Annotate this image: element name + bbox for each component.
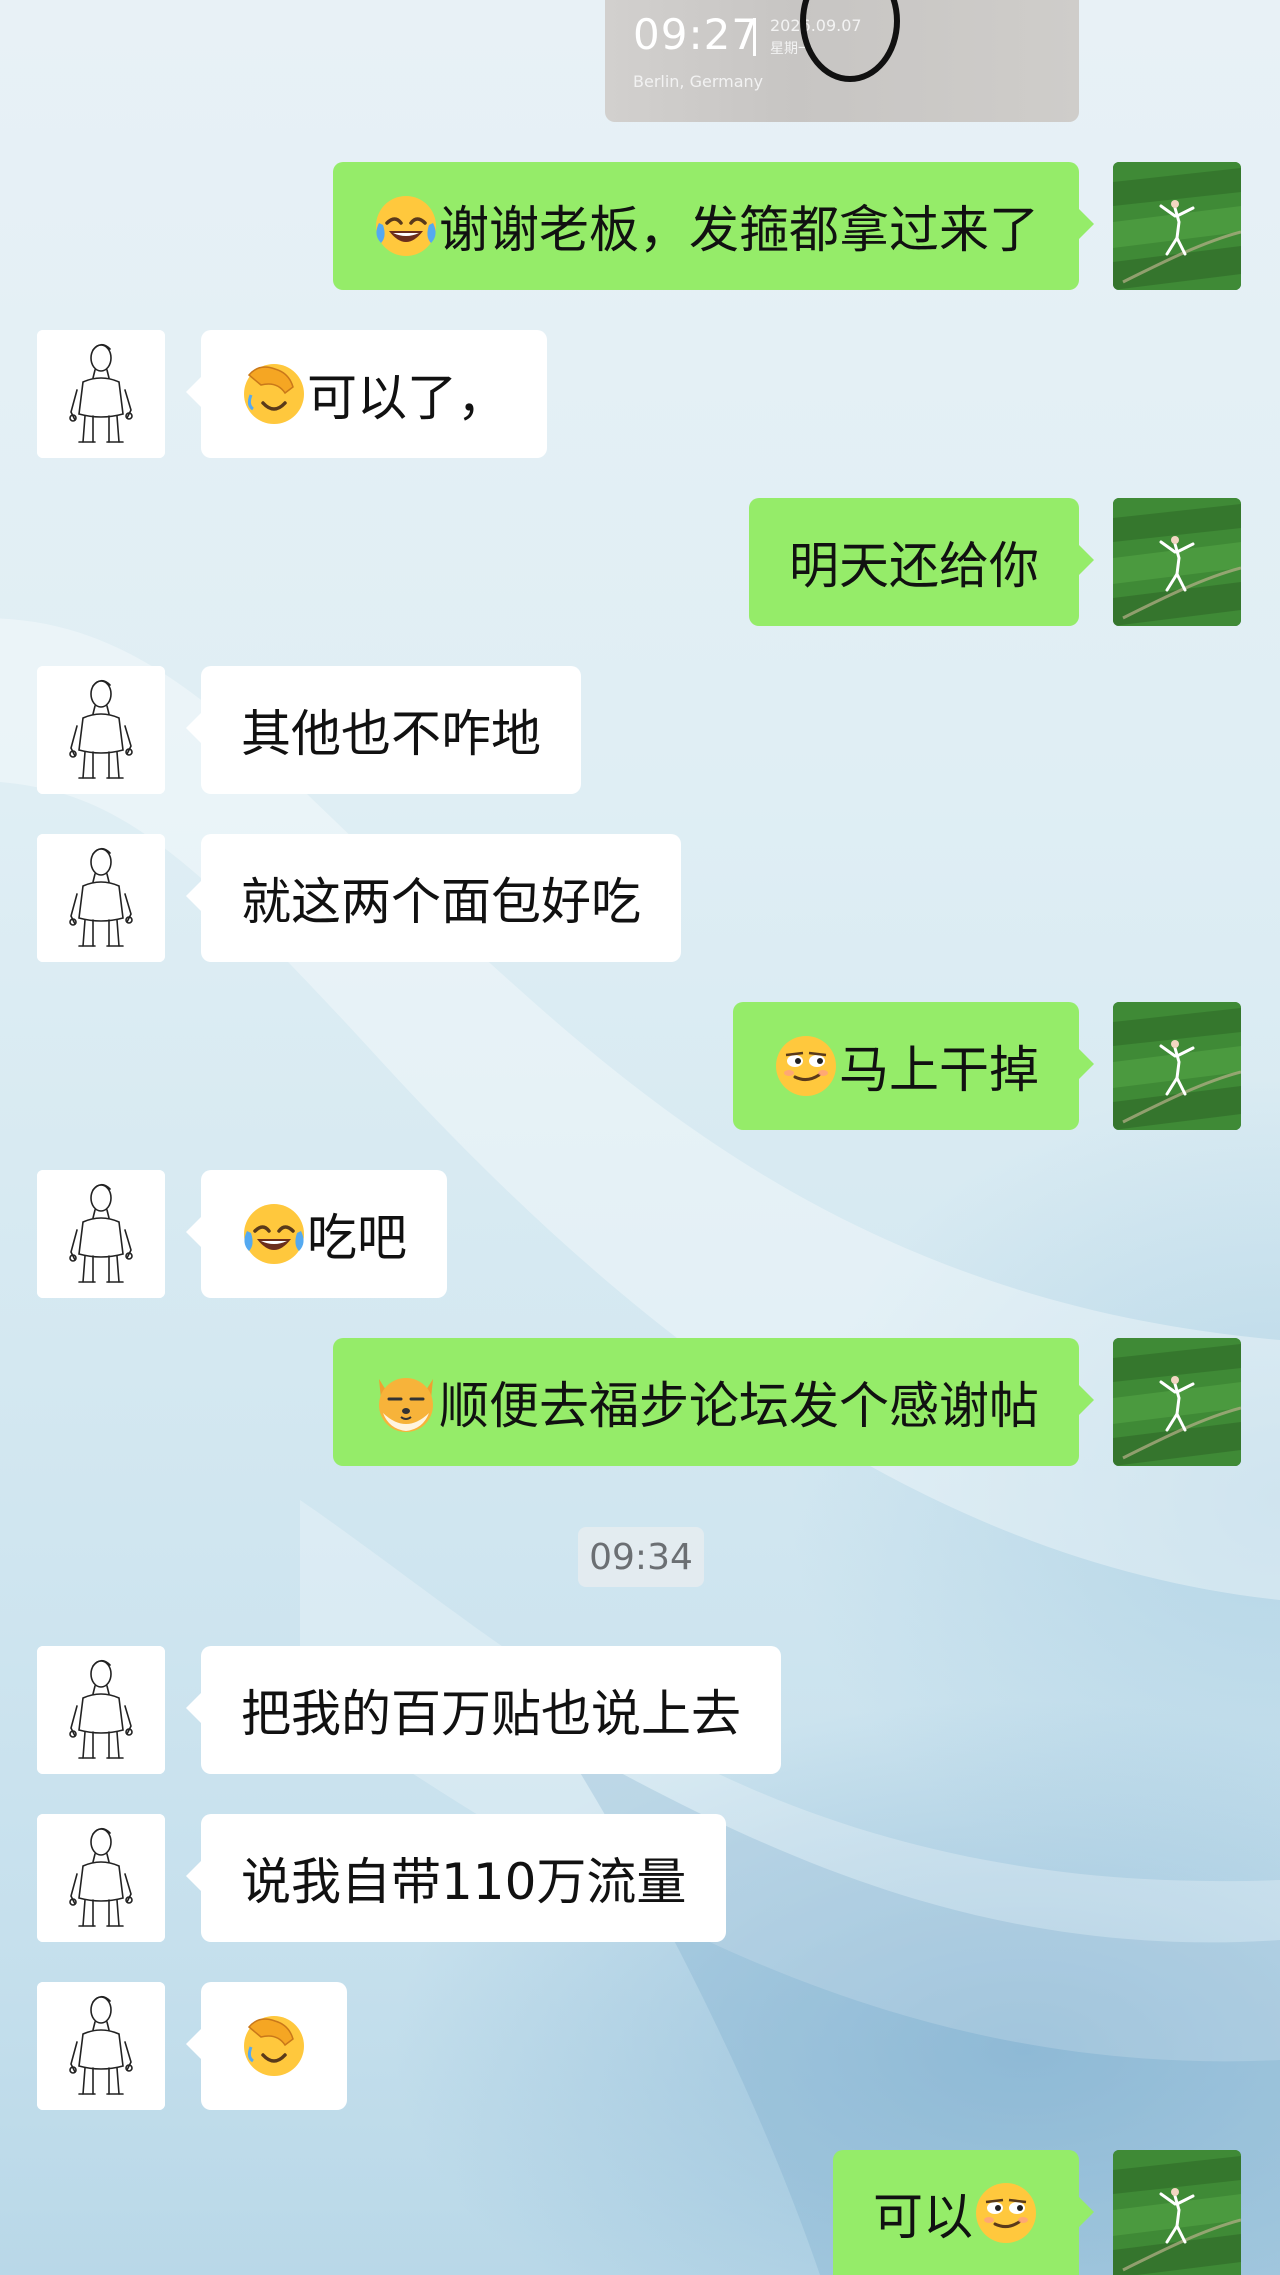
- message-text: 把我的百万贴也说上去: [241, 1685, 741, 1743]
- doge-emoji-icon: [373, 1369, 439, 1435]
- chat-timestamp: 09:34: [578, 1527, 704, 1587]
- self-avatar[interactable]: [1113, 162, 1241, 290]
- self-avatar[interactable]: [1113, 2150, 1241, 2275]
- chat-message: 顺便去福步论坛发个感谢帖: [0, 1338, 1280, 1466]
- contact-avatar[interactable]: [37, 666, 165, 794]
- message-text: 其他也不咋地: [241, 705, 541, 763]
- shared-photo-message[interactable]: 09:27 2026.09.07 星期一 Berlin, Germany: [605, 0, 1079, 122]
- chat-message: 说我自带110万流量: [0, 1814, 1280, 1942]
- message-bubble-contact[interactable]: 吃吧: [186, 1170, 447, 1298]
- chat-message: 可以了，: [0, 330, 1280, 458]
- chat-message: 马上干掉: [0, 1002, 1280, 1130]
- message-bubble-contact[interactable]: [186, 1982, 347, 2110]
- message-text: 说我自带110万流量: [241, 1853, 687, 1911]
- self-avatar[interactable]: [1113, 1002, 1241, 1130]
- photo-divider: [753, 18, 756, 56]
- smirk-emoji-icon: [773, 1033, 839, 1099]
- message-text: 明天还给你: [789, 537, 1039, 595]
- message-text: 马上干掉: [839, 1041, 1039, 1099]
- message-bubble-contact[interactable]: 把我的百万贴也说上去: [186, 1646, 781, 1774]
- message-bubble-self[interactable]: 可以: [833, 2150, 1094, 2275]
- facepalm-emoji-icon: [241, 361, 307, 427]
- contact-avatar[interactable]: [37, 1814, 165, 1942]
- message-text: 就这两个面包好吃: [241, 873, 641, 931]
- chat-message: 就这两个面包好吃: [0, 834, 1280, 962]
- message-bubble-contact[interactable]: 就这两个面包好吃: [186, 834, 681, 962]
- chat-message: 把我的百万贴也说上去: [0, 1646, 1280, 1774]
- contact-avatar[interactable]: [37, 330, 165, 458]
- message-bubble-contact[interactable]: 说我自带110万流量: [185, 1814, 727, 1942]
- photo-clock-time: 09:27: [633, 10, 760, 59]
- message-text: 顺便去福步论坛发个感谢帖: [439, 1377, 1039, 1435]
- self-avatar[interactable]: [1113, 498, 1241, 626]
- joy-tears-emoji-icon: [241, 1201, 307, 1267]
- contact-avatar[interactable]: [37, 1170, 165, 1298]
- contact-avatar[interactable]: [37, 1646, 165, 1774]
- message-text: 谢谢老板，发箍都拿过来了: [439, 201, 1039, 259]
- message-bubble-contact[interactable]: 可以了，: [186, 330, 547, 458]
- photo-drawn-circle: [800, 0, 900, 82]
- contact-avatar[interactable]: [37, 834, 165, 962]
- message-text: 可以了，: [307, 369, 507, 427]
- message-bubble-contact[interactable]: 其他也不咋地: [186, 666, 581, 794]
- joy-tears-emoji-icon: [373, 193, 439, 259]
- message-bubble-self[interactable]: 顺便去福步论坛发个感谢帖: [333, 1338, 1094, 1466]
- facepalm-emoji-icon: [241, 2013, 307, 2079]
- chat-message: 明天还给你: [0, 498, 1280, 626]
- smirk-emoji-icon: [973, 2180, 1039, 2246]
- chat-message: 可以: [0, 2150, 1280, 2275]
- chat-message: [0, 1982, 1280, 2110]
- chat-message: 吃吧: [0, 1170, 1280, 1298]
- chat-message: 谢谢老板，发箍都拿过来了: [0, 162, 1280, 290]
- message-bubble-self[interactable]: 谢谢老板，发箍都拿过来了: [333, 162, 1094, 290]
- message-bubble-self[interactable]: 明天还给你: [749, 498, 1094, 626]
- photo-location: Berlin, Germany: [633, 72, 764, 91]
- contact-avatar[interactable]: [37, 1982, 165, 2110]
- self-avatar[interactable]: [1113, 1338, 1241, 1466]
- message-text: 可以: [873, 2187, 973, 2246]
- message-bubble-self[interactable]: 马上干掉: [733, 1002, 1094, 1130]
- message-text: 吃吧: [307, 1209, 407, 1267]
- chat-message: 其他也不咋地: [0, 666, 1280, 794]
